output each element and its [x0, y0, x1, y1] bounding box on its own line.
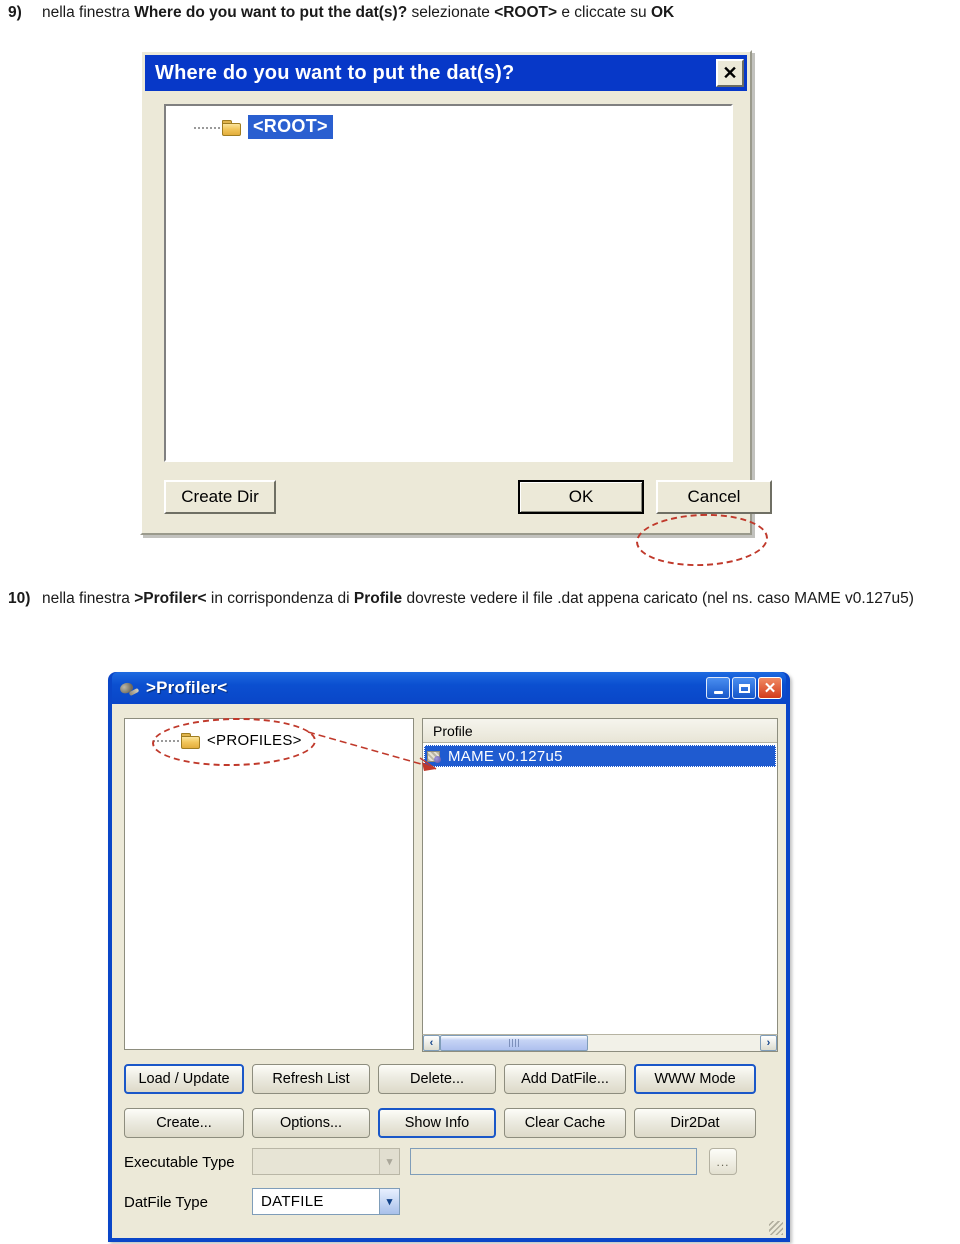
- close-icon[interactable]: ✕: [716, 59, 744, 87]
- tree-item-root[interactable]: <ROOT>: [166, 106, 731, 140]
- profiles-tree-panel[interactable]: <PROFILES>: [124, 718, 414, 1050]
- clear-cache-button[interactable]: Clear Cache: [504, 1108, 626, 1138]
- datfile-type-select[interactable]: DATFILE ▾: [252, 1188, 400, 1215]
- dialog-titlebar: Where do you want to put the dat(s)? ✕: [145, 55, 747, 91]
- show-info-button[interactable]: Show Info: [378, 1108, 496, 1138]
- chevron-down-icon: ▾: [379, 1149, 399, 1174]
- dialog-button-row: Create Dir OK Cancel: [164, 480, 772, 514]
- executable-type-label: Executable Type: [124, 1154, 235, 1171]
- chevron-down-icon: ▾: [379, 1189, 399, 1214]
- instruction-step-9: 9) nella finestra Where do you want to p…: [8, 2, 952, 24]
- resize-grip-icon[interactable]: [769, 1221, 783, 1235]
- close-icon[interactable]: ✕: [758, 677, 782, 699]
- create-button[interactable]: Create...: [124, 1108, 244, 1138]
- profile-list-panel[interactable]: Profile MAME v0.127u5: [422, 718, 778, 1050]
- tree-item-label: <PROFILES>: [207, 731, 302, 749]
- horizontal-scrollbar[interactable]: ‹ ›: [422, 1034, 778, 1052]
- executable-path-input[interactable]: [410, 1148, 697, 1175]
- instruction-step-10: 10) nella finestra >Profiler< in corrisp…: [8, 588, 956, 610]
- folder-icon: [181, 732, 201, 749]
- datfile-type-label: DatFile Type: [124, 1194, 208, 1211]
- step10-seg-1: >Profiler<: [134, 590, 207, 607]
- refresh-list-button[interactable]: Refresh List: [252, 1064, 370, 1094]
- step9-seg-3: <ROOT>: [494, 4, 558, 21]
- dir2dat-button[interactable]: Dir2Dat: [634, 1108, 756, 1138]
- dialog-where-put-dats: Where do you want to put the dat(s)? ✕ <…: [140, 50, 772, 569]
- window-controls: ✕: [706, 677, 782, 699]
- scroll-left-icon[interactable]: ‹: [423, 1035, 440, 1051]
- folder-icon: [222, 119, 242, 136]
- tree-item-profiles[interactable]: <PROFILES>: [125, 719, 413, 753]
- step-text: nella finestra >Profiler< in corrisponde…: [42, 588, 956, 610]
- step9-seg-1: Where do you want to put the dat(s)?: [134, 4, 408, 21]
- browse-button[interactable]: ...: [709, 1148, 737, 1175]
- directory-tree-pane[interactable]: <ROOT>: [164, 104, 733, 462]
- list-item[interactable]: MAME v0.127u5: [424, 745, 776, 767]
- profiler-client-area: <PROFILES> Profile MAME v0.127u5 ‹ › Loa…: [112, 704, 786, 1238]
- scrollbar-track[interactable]: [440, 1035, 760, 1051]
- delete-button[interactable]: Delete...: [378, 1064, 496, 1094]
- tree-item-label: <ROOT>: [248, 115, 333, 139]
- minimize-icon[interactable]: [706, 677, 730, 699]
- tree-connector-line: [194, 127, 220, 129]
- column-header-profile[interactable]: Profile: [423, 719, 777, 743]
- step9-seg-5: OK: [650, 4, 675, 21]
- scroll-right-icon[interactable]: ›: [760, 1035, 777, 1051]
- step9-seg-0: nella finestra: [42, 4, 135, 21]
- step9-seg-2: selezionate: [407, 4, 495, 21]
- profile-icon: [426, 748, 442, 764]
- datfile-type-value: DATFILE: [261, 1193, 324, 1210]
- app-icon: [119, 678, 139, 698]
- scrollbar-thumb[interactable]: [440, 1035, 588, 1051]
- step-number: 9): [8, 4, 22, 21]
- profiler-title: >Profiler<: [146, 678, 228, 697]
- list-item-label: MAME v0.127u5: [448, 747, 563, 765]
- step10-seg-3: Profile: [353, 590, 403, 607]
- ok-button[interactable]: OK: [518, 480, 644, 514]
- annotation-ellipse-ok: [635, 511, 769, 569]
- step9-seg-4: e cliccate su: [557, 4, 651, 21]
- load-update-button[interactable]: Load / Update: [124, 1064, 244, 1094]
- step-text: nella finestra Where do you want to put …: [42, 2, 952, 24]
- scrollbar-grip-icon: [509, 1039, 519, 1047]
- dialog-title: Where do you want to put the dat(s)?: [155, 61, 515, 84]
- step10-seg-0: nella finestra: [42, 590, 135, 607]
- step10-seg-4: dovreste vedere il file .dat appena cari…: [402, 590, 914, 607]
- window-profiler: >Profiler< ✕ <PROFILES> Profile MAME v0.…: [108, 672, 790, 1242]
- executable-type-select[interactable]: ▾: [252, 1148, 400, 1175]
- cancel-button[interactable]: Cancel: [656, 480, 772, 514]
- options-button[interactable]: Options...: [252, 1108, 370, 1138]
- step-number: 10): [8, 590, 31, 607]
- add-datfile-button[interactable]: Add DatFile...: [504, 1064, 626, 1094]
- maximize-icon[interactable]: [732, 677, 756, 699]
- step10-seg-2: in corrispondenza di: [206, 590, 354, 607]
- profiler-titlebar: >Profiler< ✕: [112, 672, 786, 704]
- tree-connector-line: [153, 740, 179, 742]
- www-mode-button[interactable]: WWW Mode: [634, 1064, 756, 1094]
- create-dir-button[interactable]: Create Dir: [164, 480, 276, 514]
